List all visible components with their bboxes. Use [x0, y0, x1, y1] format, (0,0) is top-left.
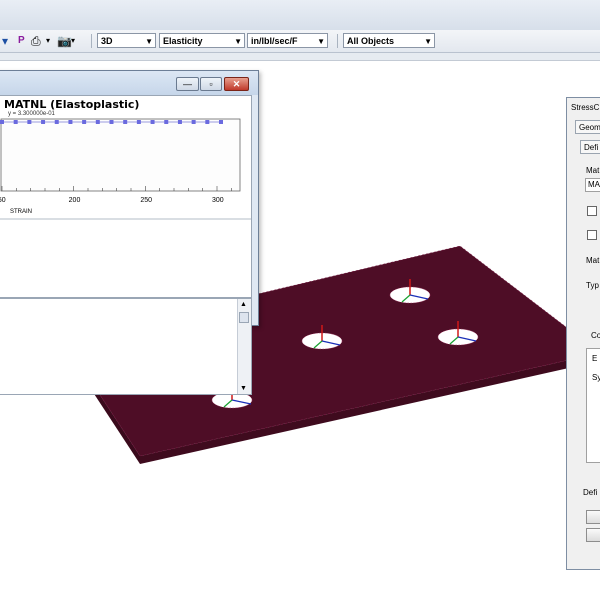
data-point — [54, 120, 59, 124]
printer-icon[interactable]: ⎙ — [31, 33, 41, 49]
main-toolbar: ▾ P ⎙ ▾ 📷 ▾ 3D ▼ Elasticity ▼ in/lbl/sec… — [0, 30, 600, 53]
units-select[interactable]: in/lbl/sec/F ▼ — [247, 33, 328, 48]
arrow-dropdown-icon[interactable]: ▾ — [2, 33, 8, 49]
data-point — [0, 120, 4, 124]
scroll-thumb[interactable] — [239, 312, 249, 323]
minimize-button[interactable]: — — [176, 77, 199, 91]
tab-geometry[interactable]: Geom — [575, 120, 600, 134]
selection-filter-select[interactable]: All Objects ▼ — [343, 33, 435, 48]
data-point — [82, 120, 87, 124]
chevron-down-icon: ▼ — [234, 37, 242, 46]
data-point — [150, 120, 155, 124]
p-icon[interactable]: P — [18, 33, 25, 49]
stress-strain-chart: 150 200 250 300 STRAIN — [0, 118, 251, 220]
view-mode-select[interactable]: 3D ▼ — [97, 33, 156, 48]
option-checkbox-1[interactable] — [587, 206, 597, 216]
close-button[interactable]: ✕ — [224, 77, 249, 91]
maximize-button[interactable]: ▫ — [200, 77, 222, 91]
definitions-label: Defi — [583, 488, 598, 497]
stresscheck-dialog[interactable]: StressCheck Geom Defi Mat MA Mat Typ Co … — [566, 97, 600, 570]
x-tick-label: 300 — [212, 197, 224, 204]
data-point — [136, 120, 141, 124]
view-mode-value: 3D — [101, 36, 113, 46]
x-tick-label: 150 — [0, 197, 6, 204]
data-point — [219, 120, 223, 124]
data-point — [205, 120, 210, 124]
units-value: in/lbl/sec/F — [251, 36, 298, 46]
material-type-label: Mat — [586, 256, 600, 265]
data-point — [177, 120, 182, 124]
x-tick-label: 250 — [140, 197, 152, 204]
toolbar-separator — [91, 34, 92, 48]
dialog-button-1[interactable] — [586, 510, 600, 524]
printer-dropdown-icon[interactable]: ▾ — [46, 33, 50, 49]
material-chart-window[interactable]: — ▫ ✕ MATNL (Elastoplastic) y = 3.300000… — [0, 70, 259, 395]
chart-pane: MATNL (Elastoplastic) y = 3.300000e-01 1… — [0, 95, 252, 298]
window-top-bar — [0, 0, 600, 30]
e-label: E — [592, 354, 598, 363]
option-checkbox-2[interactable] — [587, 230, 597, 240]
plot-area — [0, 118, 241, 192]
properties-box: E Sy — [586, 348, 600, 463]
toolbar-separator — [337, 34, 338, 48]
tab-definitions[interactable]: Defi — [580, 140, 600, 154]
chevron-down-icon: ▼ — [145, 37, 153, 46]
material-label: Mat — [586, 166, 600, 175]
data-point — [41, 120, 46, 124]
chevron-down-icon: ▼ — [317, 37, 325, 46]
x-tick-label: 200 — [69, 197, 81, 204]
data-point — [95, 120, 100, 124]
sy-label: Sy — [592, 373, 600, 382]
camera-dropdown-icon[interactable]: ▾ — [71, 33, 75, 49]
data-point — [123, 120, 128, 124]
analysis-type-select[interactable]: Elasticity ▼ — [159, 33, 245, 48]
selection-filter-value: All Objects — [347, 36, 395, 46]
camera-icon[interactable]: 📷 — [57, 33, 72, 49]
x-axis-label: STRAIN — [10, 209, 32, 215]
data-point — [191, 120, 196, 124]
x-tick-labels: 150 200 250 300 — [0, 197, 224, 204]
vertical-scrollbar[interactable]: ▲ ▼ — [237, 299, 251, 394]
data-point — [164, 120, 169, 124]
dialog-title: StressCheck — [571, 103, 600, 112]
data-point — [68, 120, 73, 124]
co-label: Co — [591, 331, 600, 340]
data-point — [13, 120, 18, 124]
analysis-type-value: Elasticity — [163, 36, 203, 46]
material-field[interactable]: MA — [585, 178, 600, 192]
data-point — [109, 120, 114, 124]
scroll-down-icon[interactable]: ▼ — [240, 385, 247, 392]
type-label: Typ — [586, 281, 599, 290]
chevron-down-icon: ▼ — [424, 37, 432, 46]
scroll-up-icon[interactable]: ▲ — [240, 301, 247, 308]
dialog-button-2[interactable] — [586, 528, 600, 542]
chart-data-list[interactable]: ▲ ▼ — [0, 298, 252, 395]
data-point — [27, 120, 32, 124]
